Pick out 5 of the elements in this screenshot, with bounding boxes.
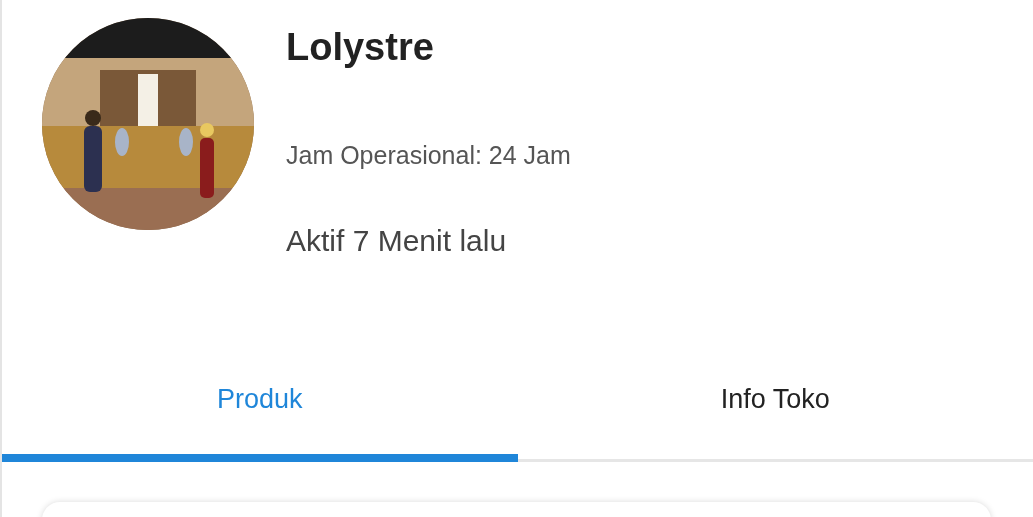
shop-name: Lolystre [286,26,435,69]
last-active-status: Aktif 7 Menit lalu [286,224,508,258]
tab[interactable]: Info Toko [517,344,1033,462]
operating-hours: Jam Operasional: 24 Jam [286,141,571,170]
tab[interactable]: Produk [2,344,518,462]
